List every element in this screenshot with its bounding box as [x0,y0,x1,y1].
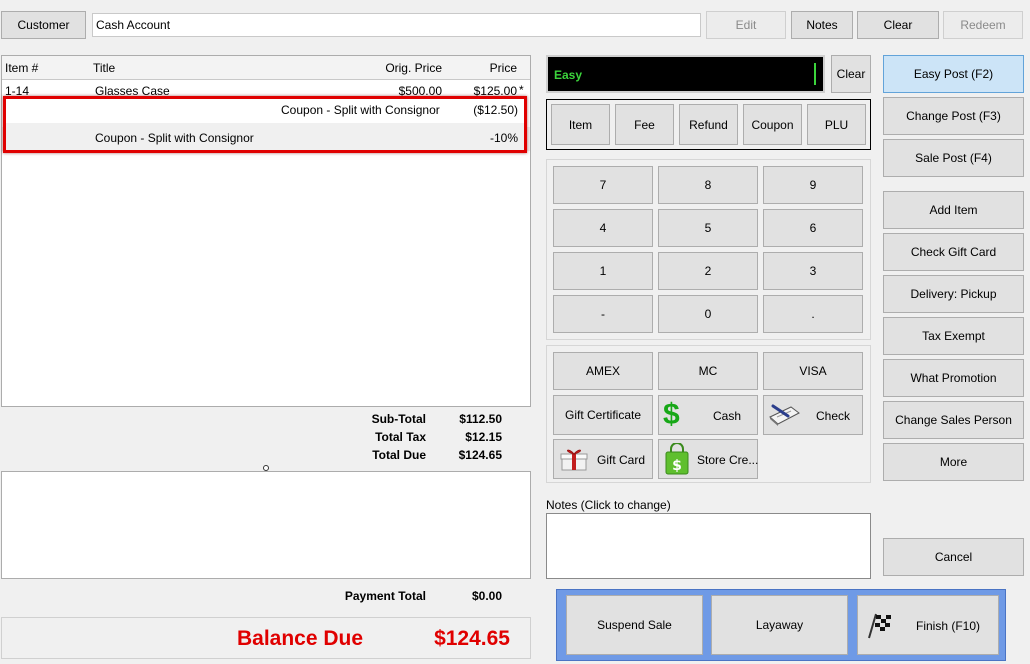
mode-refund-button[interactable]: Refund [679,104,738,145]
svg-text:$: $ [672,458,682,474]
suspend-sale-button[interactable]: Suspend Sale [566,595,703,655]
finish-button[interactable]: Finish (F10) [857,595,999,655]
table-header: Item # Title Orig. Price Price [2,56,530,80]
payments-list[interactable] [1,471,531,579]
mode-item-button[interactable]: Item [551,104,610,145]
key-7[interactable]: 7 [553,166,653,204]
gift-card-button[interactable]: Gift Card [553,439,653,479]
amex-button[interactable]: AMEX [553,352,653,390]
highlight-box: Coupon - Split with Consignor ($12.50) C… [3,96,527,153]
key-6[interactable]: 6 [763,209,863,247]
edit-button[interactable]: Edit [706,11,786,39]
total-due-label: Total Due [372,448,426,462]
key-decimal[interactable]: . [763,295,863,333]
header-title: Title [93,61,116,75]
key-5[interactable]: 5 [658,209,758,247]
key-minus[interactable]: - [553,295,653,333]
subtotal-value: $112.50 [459,412,502,426]
tax-value: $12.15 [465,430,502,444]
check-gift-card-button[interactable]: Check Gift Card [883,233,1024,271]
table-row[interactable]: Coupon - Split with Consignor -10% [6,123,524,150]
header-item: Item # [5,61,39,75]
gift-card-label: Gift Card [597,453,646,467]
more-button[interactable]: More [883,443,1024,481]
cash-button[interactable]: $ Cash [658,395,758,435]
tax-exempt-button[interactable]: Tax Exempt [883,317,1024,355]
add-item-button[interactable]: Add Item [883,191,1024,229]
key-1[interactable]: 1 [553,252,653,290]
check-label: Check [816,409,851,423]
key-3[interactable]: 3 [763,252,863,290]
store-credit-label: Store Cre... [697,453,759,467]
gift-certificate-button[interactable]: Gift Certificate [553,395,653,435]
entry-clear-button[interactable]: Clear [831,55,871,93]
key-4[interactable]: 4 [553,209,653,247]
layaway-button[interactable]: Layaway [711,595,848,655]
dollar-icon: $ [663,398,680,431]
coupon-amount: ($12.50) [473,103,518,117]
sale-post-button[interactable]: Sale Post (F4) [883,139,1024,177]
cash-label: Cash [713,409,742,423]
checkered-flag-icon [868,613,891,639]
check-writing-icon [769,404,800,426]
mode-plu-button[interactable]: PLU [807,104,866,145]
balance-panel: Balance Due $124.65 [1,617,531,659]
customer-button[interactable]: Customer [1,11,86,39]
clear-button[interactable]: Clear [857,11,939,39]
notes-label: Notes (Click to change) [546,498,671,512]
mode-fee-button[interactable]: Fee [615,104,674,145]
finish-bar: Suspend Sale Layaway Finish (F10) [556,589,1006,661]
key-8[interactable]: 8 [658,166,758,204]
key-2[interactable]: 2 [658,252,758,290]
redeem-button[interactable]: Redeem [943,11,1023,39]
account-field[interactable]: Cash Account [92,13,701,37]
notes-field[interactable] [546,513,871,579]
subtotal-label: Sub-Total [371,412,426,426]
notes-button[interactable]: Notes [791,11,853,39]
check-button[interactable]: Check [763,395,863,435]
payment-total-value: $0.00 [471,589,502,603]
balance-label: Balance Due [237,627,364,650]
delivery-button[interactable]: Delivery: Pickup [883,275,1024,313]
store-credit-button[interactable]: $ Store Cre... [658,439,758,479]
entry-mode: Easy [554,68,583,82]
key-9[interactable]: 9 [763,166,863,204]
gift-box-icon [560,449,588,471]
header-price: Price [489,61,517,75]
what-promotion-button[interactable]: What Promotion [883,359,1024,397]
table-row[interactable]: Coupon - Split with Consignor ($12.50) [6,99,524,123]
cancel-button[interactable]: Cancel [883,538,1024,576]
tax-label: Total Tax [375,430,426,444]
account-value: Cash Account [96,18,171,32]
coupon-amount: -10% [489,131,518,145]
entry-display[interactable]: Easy [546,55,825,93]
header-orig-price: Orig. Price [385,61,442,75]
change-sales-person-button[interactable]: Change Sales Person [883,401,1024,439]
mc-button[interactable]: MC [658,352,758,390]
total-due-value: $124.65 [458,448,502,462]
payment-total-label: Payment Total [344,589,426,603]
coupon-desc: Coupon - Split with Consignor [281,103,440,117]
key-0[interactable]: 0 [658,295,758,333]
balance-value: $124.65 [434,627,510,650]
coupon-desc: Coupon - Split with Consignor [95,131,254,145]
easy-post-button[interactable]: Easy Post (F2) [883,55,1024,93]
finish-label: Finish (F10) [916,619,981,633]
text-cursor [814,63,816,85]
visa-button[interactable]: VISA [763,352,863,390]
change-post-button[interactable]: Change Post (F3) [883,97,1024,135]
row-flag: * [519,83,524,97]
mode-coupon-button[interactable]: Coupon [743,104,802,145]
shopping-bag-icon: $ [665,443,689,475]
